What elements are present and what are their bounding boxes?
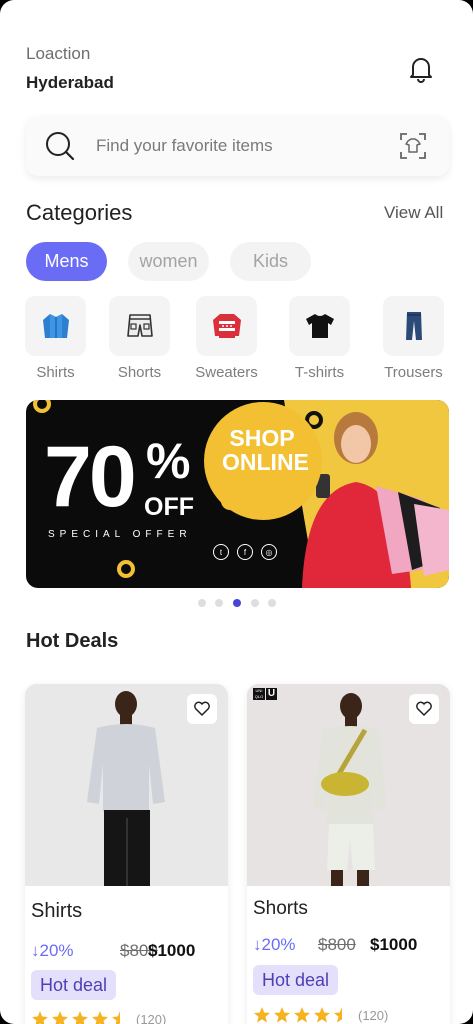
instagram-icon: ◎ (261, 544, 277, 560)
category-label-sweaters: Sweaters (195, 364, 258, 381)
category-label-trousers: Trousers (384, 364, 443, 381)
brand-logo-u: U (266, 688, 277, 700)
carousel-dot-4[interactable] (251, 599, 259, 607)
scan-icon[interactable] (398, 131, 428, 161)
promo-subtitle: SPECIAL OFFER (48, 529, 192, 540)
hot-deal-badge: Hot deal (253, 965, 339, 995)
price: $1000 (148, 941, 196, 960)
filter-chip-mens[interactable]: Mens (26, 242, 107, 281)
location-label: Loaction (26, 44, 91, 63)
location-value[interactable]: Hyderabad (26, 73, 114, 93)
price: $1000 (370, 935, 418, 954)
category-label-shorts: Shorts (117, 364, 162, 381)
discount-percent: 20% (39, 941, 74, 960)
arrow-down-icon: ↓ (31, 941, 40, 960)
category-tile-trousers[interactable] (383, 296, 444, 356)
hot-deals-title: Hot Deals (26, 630, 119, 652)
review-count: (120) (136, 1012, 167, 1024)
jacket-icon (42, 314, 69, 338)
arrow-down-icon: ↓ (253, 935, 262, 954)
hot-deal-badge: Hot deal (31, 970, 117, 1000)
search-bar[interactable] (26, 116, 449, 176)
sweater-icon (212, 314, 241, 338)
filter-chip-kids[interactable]: Kids (230, 242, 311, 281)
promo-percent: 70 (44, 429, 137, 525)
promo-banner[interactable]: 70 % OFF SPECIAL OFFER SHOP ONLINE t f ◎ (26, 400, 449, 588)
category-tile-sweaters[interactable] (196, 296, 257, 356)
twitter-icon: t (213, 544, 229, 560)
rating-stars (31, 1010, 131, 1024)
category-tile-shorts[interactable] (109, 296, 170, 356)
shop-line-1: SHOP (229, 425, 295, 451)
tshirt-icon (305, 314, 334, 338)
brand-logo-uniqlo: UNI QLO (253, 688, 265, 700)
discount-label: ↓20% (31, 941, 74, 961)
search-input[interactable] (96, 134, 386, 158)
promo-percent-sign: % (146, 433, 191, 489)
shop-line-2: ONLINE (222, 449, 309, 476)
facebook-icon: f (237, 544, 253, 560)
category-tile-shirts[interactable] (25, 296, 86, 356)
product-card-shorts[interactable]: UNI QLO U Shorts ↓20% $800 $1000 Hot dea… (247, 684, 450, 1024)
filter-chip-women[interactable]: women (128, 242, 209, 281)
product-name: Shirts (31, 900, 83, 922)
categories-title: Categories (26, 200, 133, 225)
review-count: (120) (358, 1008, 389, 1023)
carousel-dot-5[interactable] (268, 599, 276, 607)
carousel-dot-2[interactable] (215, 599, 223, 607)
favorite-heart-icon[interactable] (409, 694, 439, 724)
old-price: $800 (318, 935, 356, 954)
promo-off: OFF (144, 493, 194, 521)
rating-stars (253, 1006, 353, 1024)
category-tile-tshirts[interactable] (289, 296, 350, 356)
category-label-shirts: Shirts (36, 364, 75, 381)
product-name: Shorts (253, 898, 308, 919)
carousel-dot-1[interactable] (198, 599, 206, 607)
product-card-shirts[interactable]: Shirts ↓20% $800 $1000 Hot deal (120) (25, 684, 228, 1024)
favorite-heart-icon[interactable] (187, 694, 217, 724)
discount-percent: 20% (261, 935, 296, 954)
view-all-link[interactable]: View All (384, 203, 443, 223)
carousel-dot-3[interactable] (233, 599, 241, 607)
bell-icon[interactable] (404, 52, 438, 86)
app-screen: Loaction Hyderabad Categories View All M… (0, 0, 473, 1024)
trousers-icon (405, 312, 422, 340)
discount-label: ↓20% (253, 935, 296, 955)
shorts-icon (126, 314, 153, 337)
category-label-tshirts: T-shirts (294, 364, 345, 381)
shop-online-text: SHOP ONLINE (222, 425, 309, 476)
search-icon[interactable] (44, 130, 76, 162)
